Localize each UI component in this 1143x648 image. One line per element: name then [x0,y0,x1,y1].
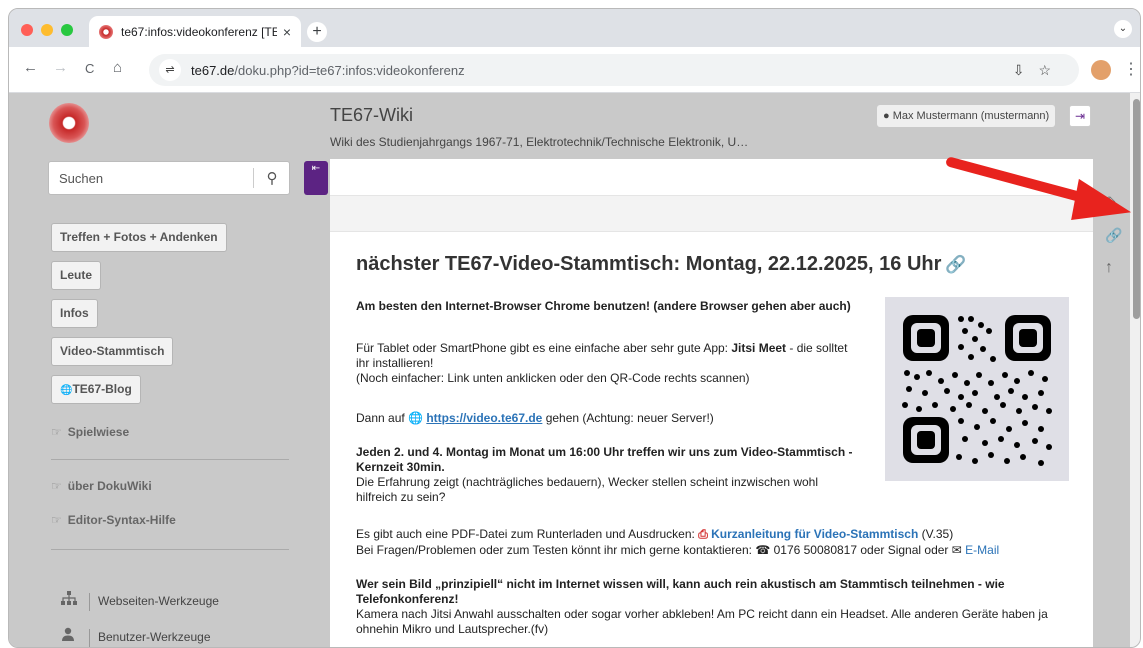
forward-icon[interactable]: → [53,59,68,76]
browser-menu-icon[interactable]: ⋮ [1123,59,1139,79]
user-icon [61,627,81,644]
page-title: nächster TE67-Video-Stammtisch: Montag, … [356,253,967,275]
sitemap-icon [61,591,81,608]
paragraph-schedule: Jeden 2. und 4. Montag im Monat um 16:00… [356,445,853,504]
nav-leute-button[interactable]: Leute [51,261,102,290]
close-window-button[interactable] [21,24,33,36]
tab-search-button[interactable]: ⌄ [1114,20,1132,38]
bookmark-star-icon[interactable]: ⇩☆ [1013,62,1065,79]
arrow-left-icon: ⇤ [311,163,321,174]
new-tab-button[interactable]: + [307,22,327,42]
red-annotation-arrow-icon [946,157,1132,220]
site-info-icon[interactable]: ⇌ [159,59,181,81]
back-icon[interactable]: ← [23,59,38,76]
tab-title: te67:infos:videokonferenz [TE67-Wiki] [121,24,277,39]
address-bar[interactable]: ⇌ te67.de /doku.php?id=te67:infos:videok… [149,54,1079,86]
video-server-link[interactable]: https://video.te67.de [426,411,542,425]
sidebar-link-dokuwiki[interactable]: ☞ über DokuWiki [51,479,152,493]
user-name: Max Mustermann (mustermann) [892,110,1050,122]
home-icon[interactable]: ⌂ [113,59,122,76]
maximize-window-button[interactable] [61,24,73,36]
nav-infos-button[interactable]: Infos [51,299,98,328]
search-icon[interactable]: ⚲ [261,169,283,189]
url-path: /doku.php?id=te67:infos:videokonferenz [234,62,465,78]
url-host: te67.de [191,62,235,78]
user-tools-menu[interactable]: Benutzer-Werkzeuge [61,627,211,647]
wiki-title[interactable]: TE67-Wiki [330,105,413,126]
nav-treffen-button[interactable]: Treffen + Fotos + Andenken [51,223,227,252]
pointing-hand-icon: ☞ [51,513,62,527]
user-badge[interactable]: ● Max Mustermann (mustermann) [877,105,1056,127]
nav-blog-label: TE67-Blog [72,382,132,396]
minimize-window-button[interactable] [41,24,53,36]
back-to-top-icon[interactable]: ↑ [1105,259,1113,277]
sidebar-link-syntax[interactable]: ☞ Editor-Syntax-Hilfe [51,513,176,527]
wiki-subtitle: Wiki des Studienjahrgangs 1967-71, Elekt… [330,135,749,149]
nav-blog-button[interactable]: 🌐TE67-Blog [51,375,141,404]
email-link[interactable]: E-Mail [965,543,999,557]
sidebar-link-spielwiese[interactable]: ☞ Spielwiese [51,425,129,439]
logout-icon[interactable]: ⇥ [1069,105,1091,127]
site-logo[interactable] [49,103,89,143]
reload-icon[interactable]: C [85,61,94,76]
paragraph-server-link: Dann auf 🌐 https://video.te67.de gehen (… [356,411,714,425]
mail-icon: ✉ [951,543,966,557]
main-content: nächster TE67-Video-Stammtisch: Montag, … [330,159,1093,647]
browser-window: te67:infos:videokonferenz [TE67-Wiki] × … [8,8,1141,648]
site-tools-label: Webseiten-Werkzeuge [98,594,219,608]
paragraph-audio-only: Wer sein Bild „prinzipiell“ nicht im Int… [356,577,1048,636]
browser-toolbar: ← → C ⌂ ⇌ te67.de /doku.php?id=te67:info… [9,47,1140,93]
globe-icon: 🌐 [60,385,73,396]
site-favicon-icon [99,24,113,39]
paragraph-app-hint: Für Tablet oder SmartPhone gibt es eine … [356,341,848,385]
profile-avatar-icon[interactable] [1091,60,1111,80]
tab-strip: te67:infos:videokonferenz [TE67-Wiki] × … [9,9,1140,47]
pointing-hand-icon: ☞ [51,425,62,439]
permalink-icon[interactable]: 🔗 [945,255,966,274]
active-tab[interactable]: te67:infos:videokonferenz [TE67-Wiki] × [89,16,301,47]
qr-code-image [885,297,1069,481]
paragraph-browser-hint: Am besten den Internet-Browser Chrome be… [356,299,851,313]
nav-video-stammtisch-button[interactable]: Video-Stammtisch [51,337,174,366]
search-form: ⚲ [48,161,290,195]
site-tools-menu[interactable]: Webseiten-Werkzeuge [61,591,219,611]
divider [51,459,289,460]
tab-close-icon[interactable]: × [283,24,291,40]
globe-icon: 🌐 [408,411,427,425]
pointing-hand-icon: ☞ [51,479,62,493]
user-circle-icon: ● [883,110,890,122]
sidebar-toggle-button[interactable]: ⇤ [304,161,328,195]
pdf-download-link[interactable]: Kurzanleitung für Video-Stammtisch [711,527,918,541]
pdf-icon: ⎙ [698,527,708,541]
user-tools-label: Benutzer-Werkzeuge [98,630,211,644]
divider [51,549,289,550]
search-input[interactable] [49,162,251,194]
paragraph-pdf: Es gibt auch eine PDF-Datei zum Runterla… [356,527,954,541]
paragraph-contact: Bei Fragen/Problemen oder zum Testen kön… [356,543,1000,557]
